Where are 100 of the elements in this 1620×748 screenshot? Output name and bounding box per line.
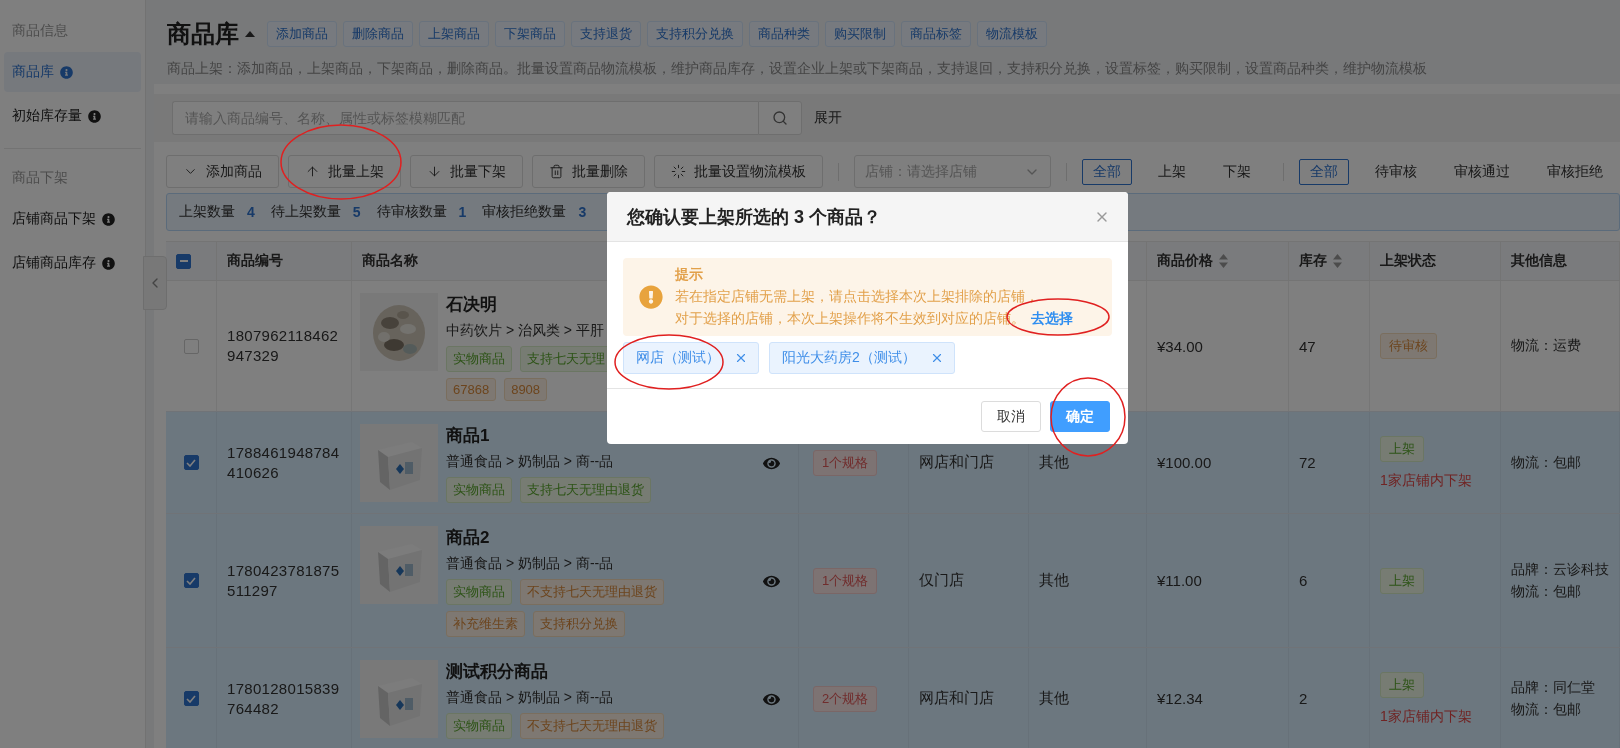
product-category: 普通食品 > 奶制品 > 商--品 [446, 555, 615, 573]
sort-icon[interactable] [1333, 254, 1342, 268]
table-cell: 其他 [1039, 571, 1069, 590]
info-icon [102, 212, 115, 226]
product-tag: 67868 [446, 378, 497, 401]
product-stock: 72 [1299, 454, 1316, 471]
table-cell: 其他 [1039, 453, 1069, 472]
row-checkbox[interactable] [183, 573, 199, 588]
feature-tag[interactable]: 物流模板 [977, 21, 1047, 47]
info-icon [60, 65, 73, 79]
status-note: 1家店铺内下架 [1380, 707, 1472, 726]
feature-tag[interactable]: 支持积分兑换 [647, 21, 743, 47]
toolbar-button[interactable]: 批量删除 [532, 155, 645, 188]
status-badge: 上架 [1380, 435, 1424, 462]
store-scope: 网店和门店 [919, 689, 994, 708]
sidebar-item[interactable]: 店铺商品库存 [4, 243, 141, 283]
product-id: 1780128015839764482 [227, 678, 341, 719]
product-category: 中药饮片 > 治风类 > 平肝 [446, 322, 605, 340]
spec-badge[interactable]: 1个规格 [813, 449, 878, 476]
product-tag: 实物商品 [446, 477, 512, 503]
product-category: 普通食品 > 奶制品 > 商--品 [446, 453, 615, 471]
product-tag: 实物商品 [446, 579, 512, 605]
toolbar-button[interactable]: 添加商品 [166, 155, 279, 188]
feature-tag[interactable]: 购买限制 [825, 21, 895, 47]
sort-icon[interactable] [1219, 254, 1228, 268]
info-line: 品牌：同仁堂 [1511, 678, 1595, 697]
feature-tag[interactable]: 下架商品 [495, 21, 565, 47]
product-name: 商品1 [446, 425, 491, 447]
stat-label: 上架数量 [179, 203, 235, 221]
feature-tag[interactable]: 商品种类 [749, 21, 819, 47]
product-tag: 实物商品 [446, 346, 512, 372]
row-checkbox[interactable] [183, 338, 199, 354]
stat-value: 1 [458, 204, 467, 220]
store-name: 阳光大药房2（测试） [782, 349, 916, 367]
column-header: 其他信息 [1511, 252, 1567, 270]
filter-option[interactable]: 全部 [1299, 158, 1349, 185]
sidebar-item[interactable]: 店铺商品下架 [4, 199, 141, 239]
product-tag: 实物商品 [446, 713, 512, 739]
select-all-checkbox[interactable] [176, 253, 191, 269]
product-tag: 补充维生素 [446, 611, 525, 637]
product-category: 普通食品 > 奶制品 > 商--品 [446, 689, 615, 707]
confirm-button[interactable]: 确定 [1050, 401, 1110, 432]
column-header[interactable]: 商品价格 [1157, 252, 1213, 270]
stat-label: 待审核数量 [376, 203, 447, 221]
info-line: 物流：包邮 [1511, 453, 1581, 472]
stat-value: 4 [247, 204, 255, 220]
status-badge: 待审核 [1380, 333, 1437, 359]
caret-up-icon[interactable] [245, 31, 255, 37]
product-stock: 6 [1299, 572, 1308, 589]
product-price: ¥100.00 [1157, 454, 1212, 471]
filter-option[interactable]: 全部 [1082, 158, 1133, 185]
stat-label: 待上架数量 [270, 203, 341, 221]
store-name: 网店（测试） [636, 349, 720, 367]
status-badge: 上架 [1380, 567, 1424, 594]
feature-tag[interactable]: 支持退货 [571, 21, 641, 47]
info-line: 物流：包邮 [1511, 700, 1581, 719]
expand-link[interactable]: 展开 [814, 109, 842, 127]
warning-icon [639, 285, 663, 309]
feature-tag[interactable]: 商品标签 [901, 21, 971, 47]
column-header: 商品编号 [227, 252, 283, 270]
product-stock: 47 [1299, 337, 1316, 355]
close-icon[interactable] [734, 351, 748, 365]
sidebar-item[interactable]: 商品库 [4, 52, 141, 92]
column-header: 商品名称 [362, 252, 418, 270]
status-badge: 上架 [1380, 671, 1424, 698]
alert-message: 若在指定店铺无需上架，请点击选择本次上架排除的店铺， [675, 288, 1040, 306]
spinner-icon [671, 164, 686, 179]
column-header[interactable]: 库存 [1299, 252, 1327, 270]
toolbar-button[interactable]: 批量下架 [410, 155, 523, 188]
info-icon [102, 256, 115, 270]
feature-tag[interactable]: 删除商品 [343, 21, 413, 47]
spec-badge[interactable]: 2个规格 [813, 685, 878, 712]
toolbar-button[interactable]: 批量设置物流模板 [654, 155, 823, 188]
table-row[interactable]: 1780128015839764482 测试积分商品 普通食品 > 奶制品 > 商--品 实物商品 不支持七天无理由退货 2个规格 网店和门店 其他 ¥12.34 2 上架 1家店铺内下架 品牌：同仁堂 物流：包邮 [166, 648, 1620, 748]
stat-value: 3 [578, 204, 587, 220]
feature-tag[interactable]: 添加商品 [267, 21, 337, 47]
row-checkbox[interactable] [183, 455, 199, 470]
cancel-button[interactable]: 取消 [981, 401, 1041, 432]
info-line: 物流：运费 [1511, 337, 1581, 355]
sidebar-item[interactable]: 初始库存量 [4, 96, 141, 136]
search-button[interactable] [758, 101, 802, 135]
store-scope: 仅门店 [919, 571, 964, 590]
product-price: ¥34.00 [1157, 337, 1203, 355]
product-stock: 2 [1299, 690, 1308, 707]
stat-value: 5 [352, 204, 361, 220]
dialog-title: 您确认要上架所选的 3 个商品？ [627, 205, 881, 229]
trash-icon [549, 164, 564, 179]
status-note: 1家店铺内下架 [1380, 471, 1472, 490]
spec-badge[interactable]: 1个规格 [813, 567, 878, 594]
product-name: 石决明 [446, 294, 498, 316]
product-tag: 8908 [504, 378, 548, 401]
row-checkbox[interactable] [183, 691, 199, 706]
product-tag: 支持积分兑换 [533, 611, 625, 637]
feature-tag[interactable]: 上架商品 [419, 21, 489, 47]
toolbar-button[interactable]: 批量上架 [288, 155, 401, 188]
product-tag: 不支持七天无理由退货 [520, 713, 664, 739]
choose-link[interactable]: 去选择 [1031, 310, 1073, 326]
table-row[interactable]: 1780423781875511297 商品2 普通食品 > 奶制品 > 商--品 实物商品 不支持七天无理由退货 补充维生素 支持积分兑换 1个规格 仅门店 其他 ¥11.00 6 上架 品牌：云诊科技 物流：包邮 [166, 514, 1620, 648]
table-cell: 其他 [1039, 689, 1069, 708]
info-line: 品牌：云诊科技 [1511, 560, 1609, 579]
